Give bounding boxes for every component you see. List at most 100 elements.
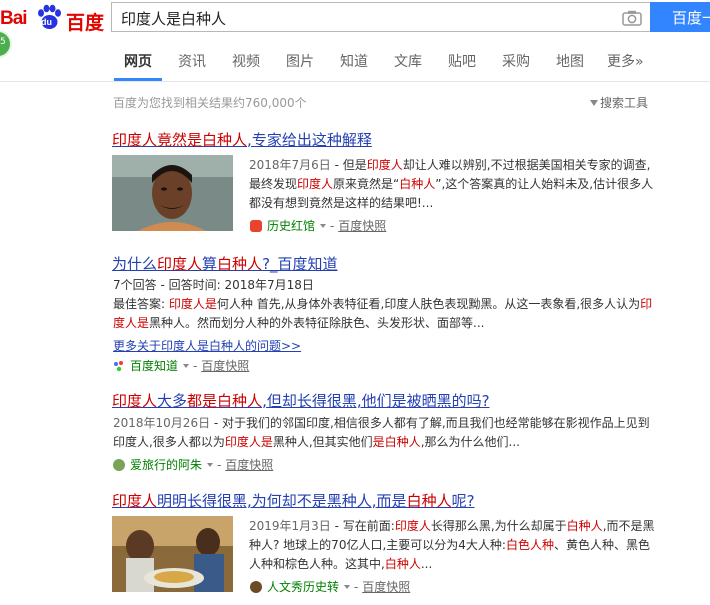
title-highlight: 白种人 <box>406 492 452 510</box>
source-name[interactable]: 历史红馆 <box>267 219 315 233</box>
title-text: 大多 <box>157 392 188 410</box>
snippet-highlight: 印度人是 <box>168 297 217 311</box>
result-title[interactable]: 印度人大多都是白种人,但却长得很黑,他们是被晒黑的吗? <box>112 390 490 411</box>
search-input[interactable] <box>121 8 601 28</box>
snippet-text: 黑种人,但其实他们 <box>272 435 373 449</box>
result-date: 2018年10月26日 <box>113 416 211 430</box>
separator: - <box>354 580 359 594</box>
snapshot-link[interactable]: 百度快照 <box>201 359 249 373</box>
tab-web[interactable]: 网页 <box>124 51 152 71</box>
snippet-highlight: 白种人 <box>384 557 421 571</box>
title-highlight: 印度人 <box>157 255 203 273</box>
tab-wenku[interactable]: 文库 <box>394 51 422 71</box>
filter-icon <box>590 100 598 106</box>
title-highlight: 都是 <box>187 392 218 410</box>
snapshot-link[interactable]: 百度快照 <box>362 580 410 594</box>
tab-map[interactable]: 地图 <box>556 51 584 71</box>
title-highlight: 印度人 <box>112 131 158 149</box>
logo-text-bai: Bai <box>0 8 28 29</box>
title-highlight: 白种人 <box>202 131 248 149</box>
source-icon <box>250 220 262 232</box>
search-tools-button[interactable]: 搜索工具 <box>590 94 648 111</box>
separator: - <box>330 219 335 233</box>
zhidao-icon <box>114 361 123 372</box>
title-highlight: 印度人 <box>112 392 158 410</box>
caret-down-icon[interactable] <box>344 585 351 589</box>
tab-news[interactable]: 资讯 <box>178 51 206 71</box>
result-title[interactable]: 印度人明明长得很黑,为何却不是黑种人,而是白种人呢? <box>112 490 475 511</box>
source-name[interactable]: 爱旅行的阿朱 <box>130 458 202 472</box>
tab-more[interactable]: 更多» <box>607 51 644 71</box>
snippet-text: ... <box>420 557 433 571</box>
separator: - <box>193 359 198 373</box>
title-text: ,但却长得很黑,他们是被晒黑的吗? <box>262 392 490 410</box>
tab-zhidao[interactable]: 知道 <box>340 51 368 71</box>
result-date: 2018年7月6日 <box>249 158 331 172</box>
active-tab-indicator <box>114 78 162 81</box>
snapshot-link[interactable]: 百度快照 <box>225 458 273 472</box>
title-text: 为什么 <box>112 255 158 273</box>
title-highlight: 白种人 <box>217 255 263 273</box>
snippet-highlight: 白色人种 <box>505 538 554 552</box>
caret-down-icon[interactable] <box>207 463 214 467</box>
more-questions-link[interactable]: 更多关于印度人是白种人的问题>> <box>113 337 301 354</box>
tab-video[interactable]: 视频 <box>232 51 260 71</box>
result-source: 人文秀历史转 - 百度快照 <box>250 578 410 595</box>
result-thumbnail[interactable] <box>112 155 233 231</box>
tab-shopping[interactable]: 采购 <box>502 51 530 71</box>
source-name[interactable]: 人文秀历史转 <box>267 580 339 594</box>
result-snippet: 2018年7月6日 - 但是印度人却让人难以辨别,不过根据美国相关专家的调查,最… <box>249 156 659 213</box>
title-highlight: 竟然是 <box>157 131 203 149</box>
result-source: 百度知道 - 百度快照 <box>113 357 249 374</box>
baidu-logo[interactable]: Bai du 百度 <box>0 4 105 34</box>
result-count: 百度为您找到相关结果约760,000个 <box>113 96 307 110</box>
snippet-text: - 写在前面: <box>330 519 395 533</box>
snippet-highlight: 印度人 <box>366 158 403 172</box>
logo-text-cn: 百度 <box>66 12 105 34</box>
result-snippet: 2019年1月3日 - 写在前面:印度人长得那么黑,为什么却属于白种人,而不是黑… <box>249 517 659 574</box>
title-highlight: 白种人 <box>217 392 263 410</box>
caret-down-icon[interactable] <box>320 224 327 228</box>
snippet-highlight: 白种人 <box>566 519 603 533</box>
avatar-icon <box>250 581 262 593</box>
title-text: ?_百度知道 <box>262 255 338 273</box>
header: Bai du 百度 百度一下 <box>0 0 710 37</box>
portrait-image <box>112 155 233 231</box>
result-snippet: 2018年10月26日 - 对于我们的邻国印度,相信很多人都有了解,而且我们也经… <box>113 414 658 452</box>
snippet-text: 长得那么黑,为什么却属于 <box>430 519 567 533</box>
snippet-text: 何人种 首先,从身体外表特征看,印度人肤色表现黝黑。从这一表象看,很多人认为 <box>216 297 641 311</box>
snippet-highlight: 印度人 <box>394 519 431 533</box>
caret-down-icon[interactable] <box>183 364 190 368</box>
tab-tieba[interactable]: 贴吧 <box>448 51 476 71</box>
result-snippet: 最佳答案: 印度人是何人种 首先,从身体外表特征看,印度人肤色表现黝黑。从这一表… <box>113 295 658 333</box>
snippet-text: - 但是 <box>330 158 367 172</box>
snippet-highlight: 白种人 <box>399 177 436 191</box>
result-source: 历史红馆 - 百度快照 <box>250 217 386 234</box>
snippet-text: 原来竟然是“ <box>333 177 400 191</box>
result-meta: 7个回答 - 回答时间: 2018年7月18日 <box>113 278 314 292</box>
logo-text-du: du <box>41 17 52 27</box>
snippet-text: 黑种人。然而划分人种的外表特征除肤色、头发形状、面部等... <box>149 316 485 330</box>
result-source: 爱旅行的阿朱 - 百度快照 <box>113 456 273 473</box>
dining-scene-image <box>112 516 233 592</box>
title-text: 呢? <box>451 492 475 510</box>
snippet-text: 最佳答案: <box>113 297 169 311</box>
camera-icon[interactable] <box>622 10 642 26</box>
title-highlight: 印度人 <box>112 492 158 510</box>
result-thumbnail[interactable] <box>112 516 233 592</box>
snapshot-link[interactable]: 百度快照 <box>338 219 386 233</box>
snippet-highlight: 是白种人 <box>372 435 421 449</box>
title-text: 算 <box>202 255 218 273</box>
result-title[interactable]: 为什么印度人算白种人?_百度知道 <box>112 253 338 274</box>
search-box <box>111 2 650 32</box>
source-name[interactable]: 百度知道 <box>130 359 178 373</box>
snippet-text: ,那么为什么他们... <box>420 435 520 449</box>
title-text: 明明长得很黑,为何却不是黑种人,而是 <box>157 492 407 510</box>
result-date: 2019年1月3日 <box>249 519 331 533</box>
result-title[interactable]: 印度人竟然是白种人,专家给出这种解释 <box>112 129 372 150</box>
search-button[interactable]: 百度一下 <box>650 2 710 32</box>
tab-images[interactable]: 图片 <box>286 51 314 71</box>
snippet-highlight: 印度人 <box>297 177 334 191</box>
search-tabs: 网页 资讯 视频 图片 知道 文库 贴吧 采购 地图 更多» <box>0 37 710 82</box>
title-text: ,专家给出这种解释 <box>247 131 372 149</box>
